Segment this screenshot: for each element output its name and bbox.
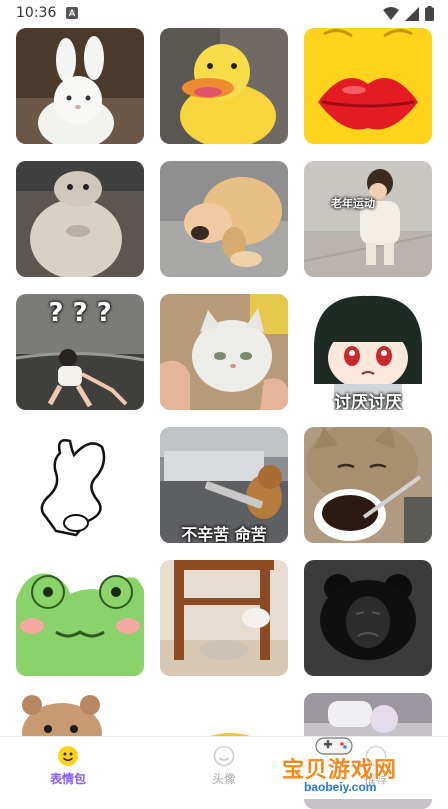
sticker-image xyxy=(16,28,144,144)
sticker-image xyxy=(160,161,288,277)
battery-icon xyxy=(425,6,434,21)
tab-label: 头像 xyxy=(211,772,236,786)
sticker-doodle-figure[interactable] xyxy=(16,427,144,543)
sticker-anime-girl[interactable]: 讨厌讨厌 xyxy=(304,294,432,410)
sticker-cat-hand[interactable] xyxy=(160,294,288,410)
sticker-image xyxy=(304,427,432,543)
status-time: 10:36 xyxy=(16,5,57,21)
sticker-caption: ? ? ? xyxy=(48,298,112,328)
sticker-image xyxy=(304,560,432,676)
status-icons xyxy=(383,6,434,21)
avatar-icon xyxy=(213,745,235,767)
wifi-icon xyxy=(383,6,399,20)
sticker-image xyxy=(160,560,288,676)
sticker-caption: 讨厌讨厌 xyxy=(334,393,402,410)
sticker-image xyxy=(304,28,432,144)
sticker-frog[interactable] xyxy=(16,560,144,676)
sticker-cat-chair[interactable] xyxy=(160,560,288,676)
tab-label: 表情包 xyxy=(49,772,86,786)
sticker-image xyxy=(304,161,432,277)
sticker-puppy[interactable] xyxy=(160,161,288,277)
status-bar: 10:36 A xyxy=(0,0,448,26)
sticker-image xyxy=(160,294,288,410)
tab-avatar[interactable]: 头像 xyxy=(184,745,264,787)
smiley-icon xyxy=(58,746,78,766)
sticker-cat-soup[interactable] xyxy=(304,427,432,543)
sticker-kid-question[interactable]: ? ? ? xyxy=(16,294,144,410)
a-badge-icon: A xyxy=(66,7,78,19)
sticker-panda-meme[interactable] xyxy=(304,560,432,676)
signal-icon xyxy=(405,6,419,21)
sticker-child-exercising[interactable]: 老年运动 xyxy=(304,161,432,277)
sticker-image xyxy=(16,161,144,277)
sticker-white-bunny[interactable] xyxy=(16,28,144,144)
sticker-dog-kitchen[interactable]: 不辛苦 命苦 xyxy=(160,427,288,543)
sticker-chinchilla[interactable] xyxy=(16,161,144,277)
sticker-image xyxy=(16,427,144,543)
watermark-url: baobeiy.com xyxy=(304,780,377,794)
sticker-image xyxy=(16,560,144,676)
watermark: 宝贝游戏网 baobeiy.com xyxy=(268,737,418,798)
sticker-image xyxy=(160,28,288,144)
sticker-yellow-duck[interactable] xyxy=(160,28,288,144)
sticker-lips-emoji[interactable] xyxy=(304,28,432,144)
sticker-caption: 老年运动 xyxy=(331,197,375,210)
sticker-caption: 不辛苦 命苦 xyxy=(181,525,267,543)
tab-stickers[interactable]: 表情包 xyxy=(28,745,108,787)
